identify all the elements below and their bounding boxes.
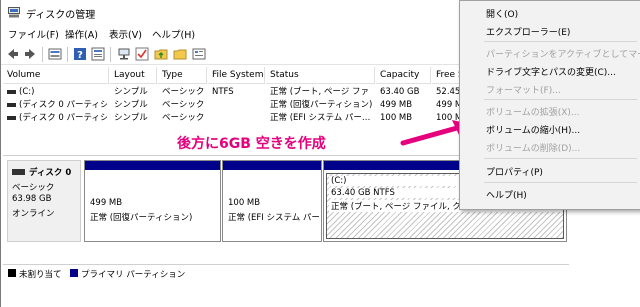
disk-list-icon[interactable] <box>48 47 62 61</box>
column-header-file-system[interactable]: File System <box>208 67 265 84</box>
forward-icon[interactable] <box>23 47 37 61</box>
menu-item-properties[interactable]: プロパティ(P) <box>486 165 543 178</box>
table-cell: (ディスク 0 パーティシ… <box>19 100 107 110</box>
column-header-type[interactable]: Type <box>158 67 207 84</box>
menu-separator <box>484 182 637 183</box>
unallocated-swatch <box>8 269 16 277</box>
status-area <box>1 282 571 307</box>
disk-0-label[interactable]: ディスク 0 ベーシック 63.98 GB オンライン <box>7 160 81 242</box>
menu-item-mark-active[interactable]: パーティションをアクティブとしてマーク(M) <box>486 47 640 60</box>
menu-separator <box>484 41 637 42</box>
toolbar-separator <box>67 47 68 62</box>
check-icon[interactable] <box>135 47 149 61</box>
primary-partition-swatch <box>70 269 78 277</box>
column-header-volume[interactable]: Volume <box>3 67 109 84</box>
context-menu: 開く(O) エクスプローラー(E) パーティションをアクティブとしてマーク(M)… <box>459 0 640 210</box>
menu-separator <box>484 158 637 159</box>
toolbar-separator <box>110 47 111 62</box>
menu-view[interactable]: 表示(V) <box>109 27 142 41</box>
connect-icon[interactable] <box>117 47 131 61</box>
legend-primary: プライマリ パーティション <box>81 270 186 280</box>
column-header-capacity[interactable]: Capacity <box>376 67 431 84</box>
column-header-status[interactable]: Status <box>266 67 375 84</box>
table-cell <box>212 99 266 111</box>
svg-text:?: ? <box>77 50 83 61</box>
legend-unallocated: 未割り当て <box>19 270 62 280</box>
menu-item-explorer[interactable]: エクスプローラー(E) <box>486 25 570 38</box>
disk-management-window: ディスクの管理 ファイル(F) 操作(A) 表示(V) ヘルプ(H) ? Vol… <box>0 0 640 307</box>
legend: 未割り当て プライマリ パーティション <box>3 264 569 280</box>
help-icon[interactable]: ? <box>73 47 87 61</box>
menu-item-open[interactable]: 開く(O) <box>486 7 518 20</box>
menu-item-extend-volume[interactable]: ボリュームの拡張(X)... <box>486 105 580 118</box>
table-cell: NTFS <box>212 87 234 97</box>
table-cell: 正常 (ブート, ページ ファ <box>270 87 369 97</box>
partition-recovery[interactable]: 499 MB 正常 (回復パーティション) <box>84 160 221 242</box>
back-icon[interactable] <box>6 47 20 61</box>
folder-up-icon[interactable] <box>154 47 168 61</box>
table-cell: 正常 (回復パーティション) <box>270 100 373 110</box>
partition-size: 499 MB <box>90 198 123 208</box>
menu-file[interactable]: ファイル(F) <box>8 27 59 41</box>
table-cell: (C:) <box>19 87 35 97</box>
column-header-layout[interactable]: Layout <box>110 67 157 84</box>
folder-icon[interactable] <box>173 47 187 61</box>
menu-action[interactable]: 操作(A) <box>65 27 98 41</box>
menu-item-change-drive-letter[interactable]: ドライブ文字とパスの変更(C)... <box>486 65 616 78</box>
menu-item-shrink-volume[interactable]: ボリュームの縮小(H)... <box>486 123 580 136</box>
disk-management-icon <box>8 7 20 18</box>
disk-name: ディスク 0 <box>29 168 72 178</box>
properties-icon[interactable] <box>91 47 105 61</box>
table-cell: ベーシック <box>162 87 205 97</box>
table-cell: 正常 (EFI システム パー… <box>270 113 371 123</box>
menu-item-format[interactable]: フォーマット(F)... <box>486 83 561 96</box>
disk-type: ベーシック <box>12 183 55 193</box>
partition-color-bar <box>223 161 321 170</box>
partition-efi[interactable]: 100 MB 正常 (EFI システム パー <box>222 160 322 242</box>
partition-status: 正常 (EFI システム パー <box>228 213 320 223</box>
table-cell: シンプル <box>114 113 148 123</box>
table-cell: (ディスク 0 パーティシ… <box>19 113 107 123</box>
table-cell: ベーシック <box>162 100 205 110</box>
menu-item-delete-volume[interactable]: ボリュームの削除(D)... <box>486 141 580 154</box>
table-cell: 63.40 GB <box>380 87 420 97</box>
disk-size: 63.98 GB <box>12 194 52 204</box>
disk-state: オンライン <box>12 209 55 219</box>
menu-separator <box>484 99 637 100</box>
menu-item-help[interactable]: ヘルプ(H) <box>486 188 527 201</box>
toolbar-separator <box>42 47 43 62</box>
table-cell: シンプル <box>114 87 148 97</box>
disk-icon <box>12 169 25 175</box>
table-cell: ベーシック <box>162 113 205 123</box>
volume-icon <box>7 115 16 120</box>
partition-color-bar <box>85 161 220 170</box>
partition-status: 正常 (回復パーティション) <box>90 213 193 223</box>
volume-icon <box>7 102 16 107</box>
window-title: ディスクの管理 <box>26 10 96 21</box>
volume-icon <box>7 89 16 94</box>
table-cell <box>212 112 266 124</box>
menu-help[interactable]: ヘルプ(H) <box>152 27 195 41</box>
settings-icon[interactable] <box>192 47 206 61</box>
table-cell: 499 MB <box>380 100 413 110</box>
table-cell: シンプル <box>114 100 148 110</box>
annotation-text: 後方に6GB 空きを作成 <box>177 136 326 152</box>
partition-size: 100 MB <box>228 198 261 208</box>
